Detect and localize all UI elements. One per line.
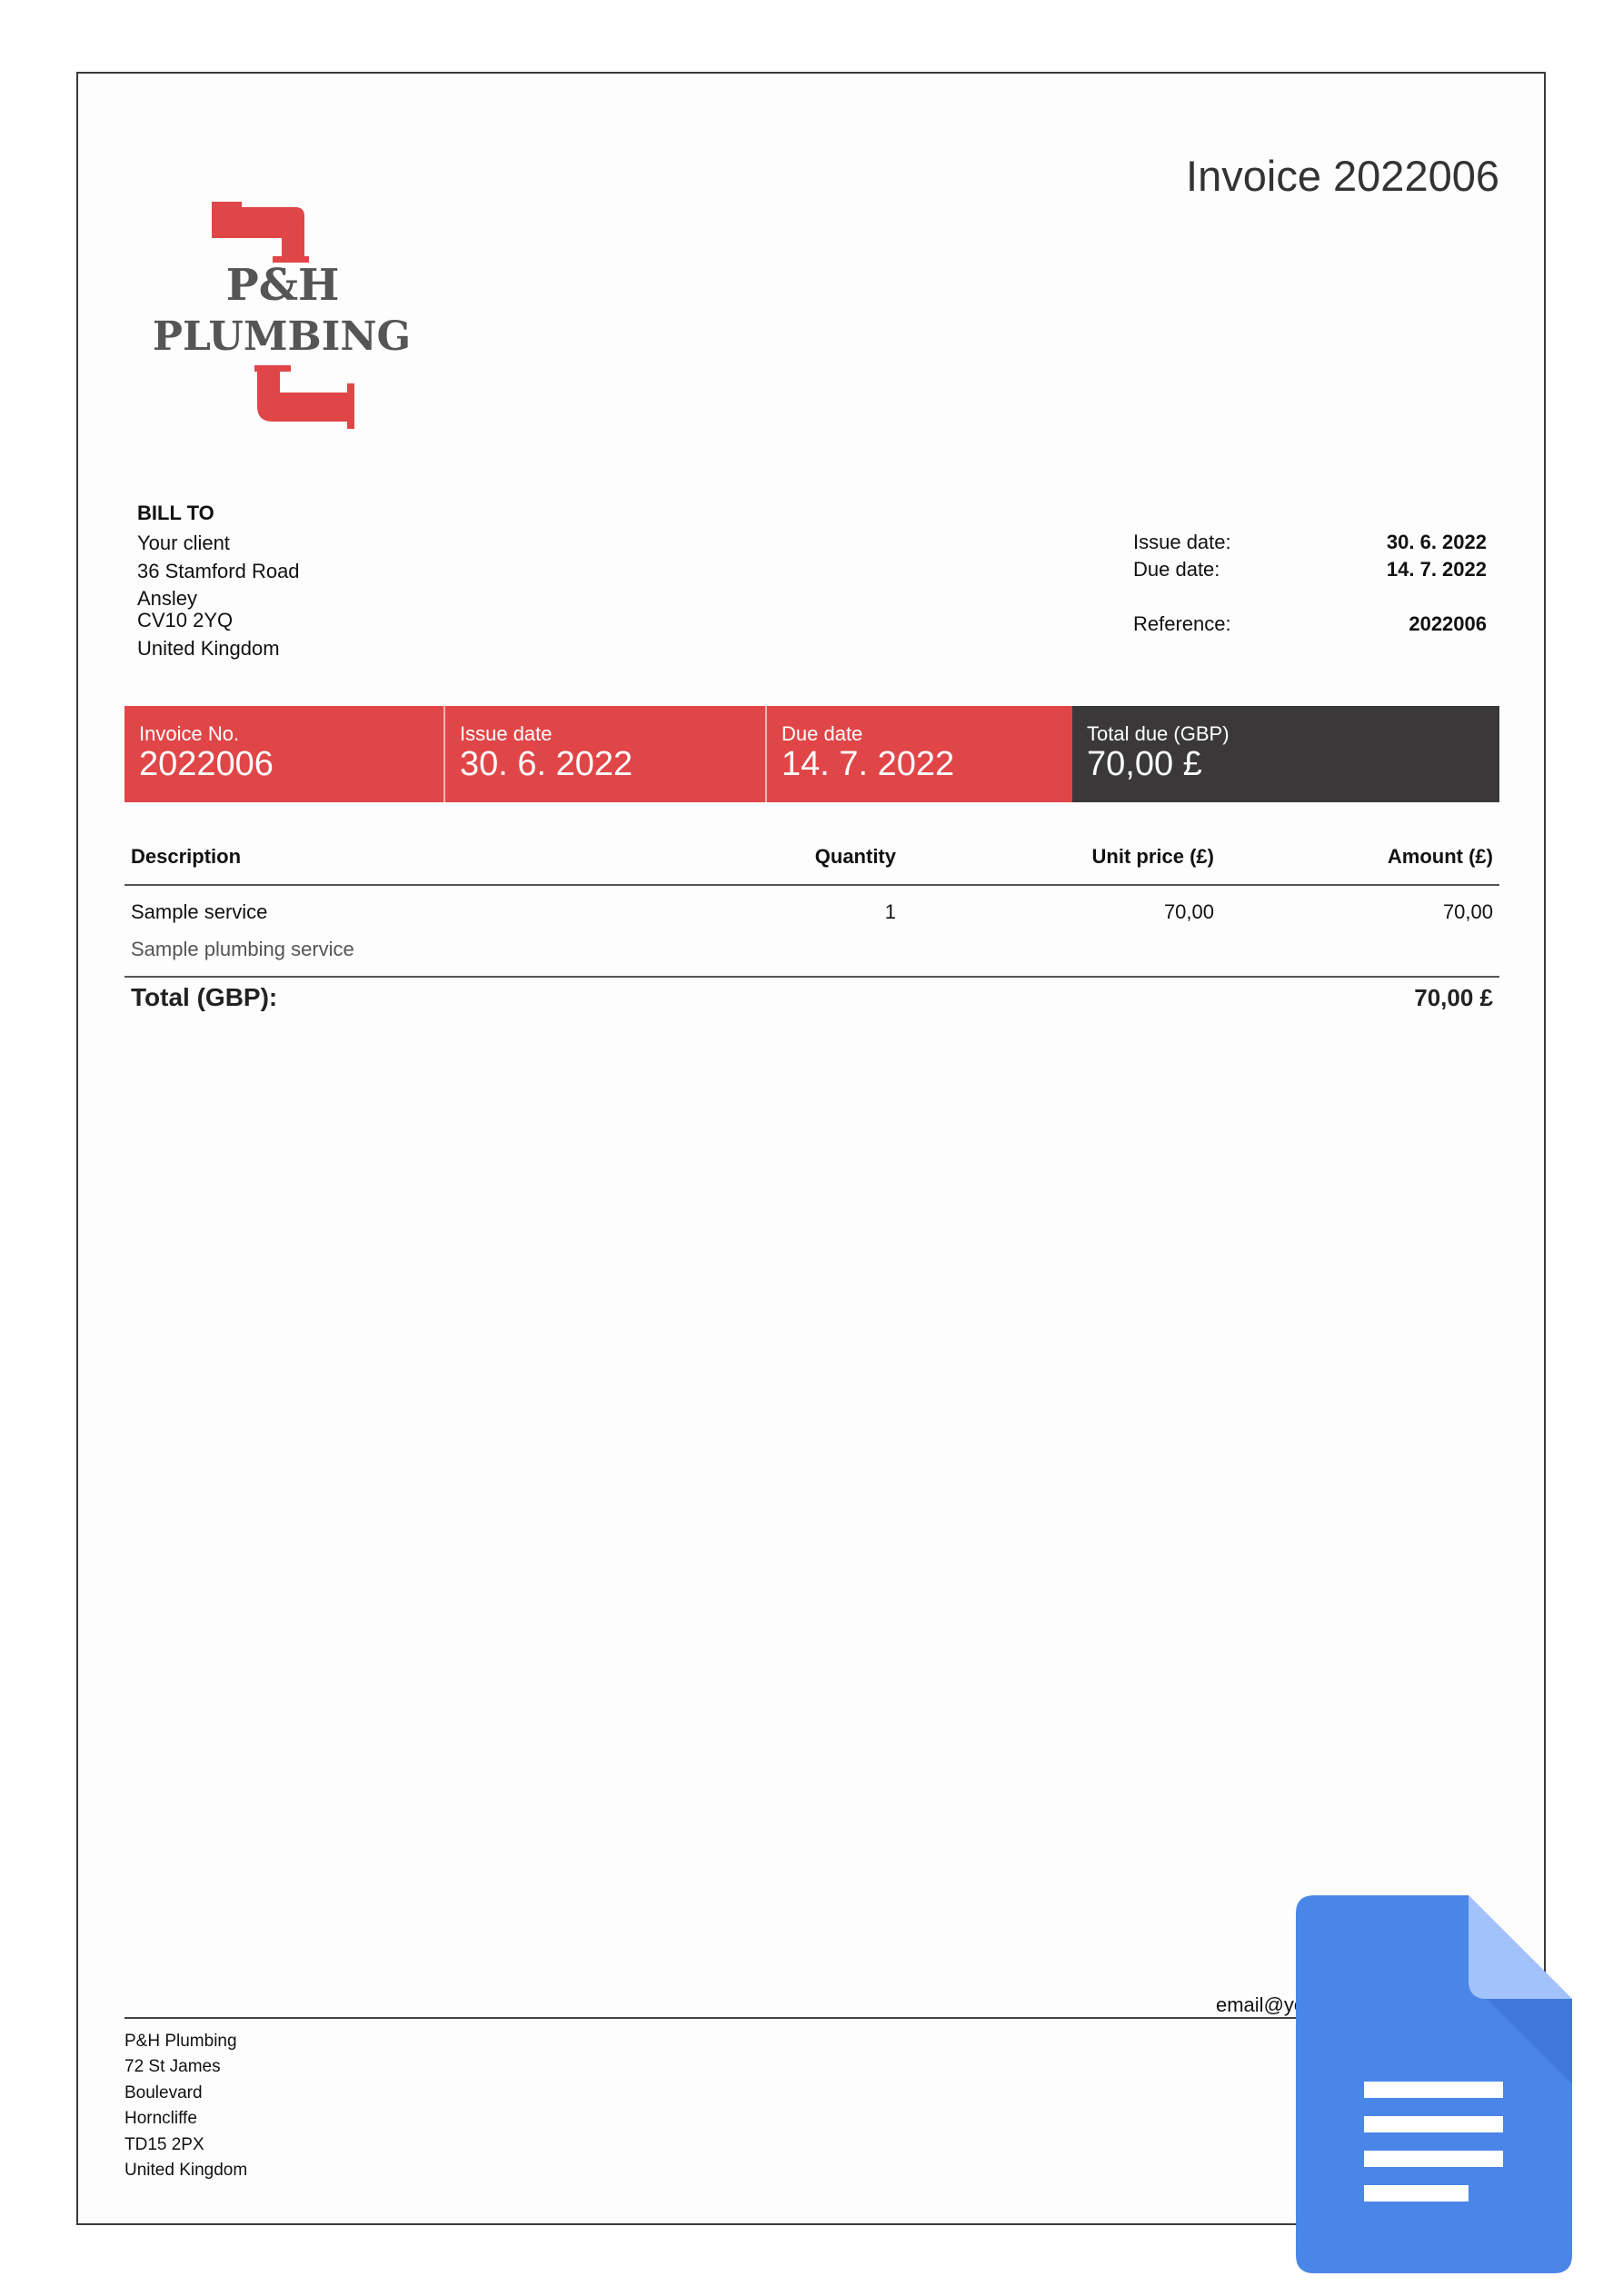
total-value: 70,00 £ xyxy=(1414,984,1493,1011)
google-docs-icon xyxy=(1296,1895,1572,2273)
summary-total-due: Total due (GBP) 70,00 £ xyxy=(1072,706,1499,802)
logo-line2: PLUMBING xyxy=(153,313,411,360)
footer-company-line: TD15 2PX xyxy=(124,2135,204,2154)
bill-to-line: United Kingdom xyxy=(137,637,280,660)
summary-issue-date: Issue date 30. 6. 2022 xyxy=(445,706,765,802)
footer-company-line: 72 St James xyxy=(124,2057,221,2076)
summary-due-date-label: Due date xyxy=(782,722,863,745)
summary-invoice-no: Invoice No. 2022006 xyxy=(124,706,445,802)
col-header-amount: Amount (£) xyxy=(1387,845,1493,868)
footer-company-line: Horncliffe xyxy=(124,2109,197,2128)
bill-to-line: CV10 2YQ xyxy=(137,609,234,631)
row-description: Sample service xyxy=(131,900,268,923)
due-date-label: Due date: xyxy=(1133,558,1220,581)
footer-company-line: Boulevard xyxy=(124,2083,203,2102)
footer-rule xyxy=(124,2017,1499,2019)
footer-company-line: P&H Plumbing xyxy=(124,2032,237,2051)
invoice-title: Invoice 2022006 xyxy=(1186,152,1499,200)
due-date-value: 14. 7. 2022 xyxy=(1386,558,1487,581)
col-header-description: Description xyxy=(131,845,242,868)
issue-date-value: 30. 6. 2022 xyxy=(1386,531,1487,553)
bill-to-line: 36 Stamford Road xyxy=(137,560,300,582)
col-header-unit-price: Unit price (£) xyxy=(1091,845,1214,868)
footer-email: email@yo xyxy=(1216,1993,1306,2016)
summary-issue-date-value: 30. 6. 2022 xyxy=(460,745,633,783)
reference-value: 2022006 xyxy=(1409,612,1487,635)
summary-due-date-value: 14. 7. 2022 xyxy=(782,745,955,783)
company-logo: P&H PLUMBING xyxy=(136,202,427,429)
summary-total-label: Total due (GBP) xyxy=(1087,722,1230,745)
summary-total-value: 70,00 £ xyxy=(1087,745,1202,783)
total-label: Total (GBP): xyxy=(131,983,278,1011)
summary-issue-date-label: Issue date xyxy=(460,722,553,745)
col-header-quantity: Quantity xyxy=(814,845,896,868)
table-header-rule xyxy=(124,884,1499,886)
bill-to-heading: BILL TO xyxy=(137,502,214,524)
total-rule xyxy=(124,976,1499,978)
summary-due-date: Due date 14. 7. 2022 xyxy=(767,706,1072,802)
summary-invoice-no-value: 2022006 xyxy=(139,745,274,783)
issue-date-label: Issue date: xyxy=(1133,531,1231,553)
row-detail: Sample plumbing service xyxy=(131,938,354,960)
bill-to-line: Your client xyxy=(137,532,230,554)
row-quantity: 1 xyxy=(884,900,896,923)
bill-to-line: Ansley xyxy=(137,587,198,610)
summary-invoice-no-label: Invoice No. xyxy=(139,722,240,745)
logo-line1: P&H xyxy=(226,260,340,311)
row-unit-price: 70,00 xyxy=(1163,900,1214,923)
reference-label: Reference: xyxy=(1133,612,1231,635)
footer-company-line: United Kingdom xyxy=(124,2161,248,2180)
row-amount: 70,00 xyxy=(1442,900,1493,923)
